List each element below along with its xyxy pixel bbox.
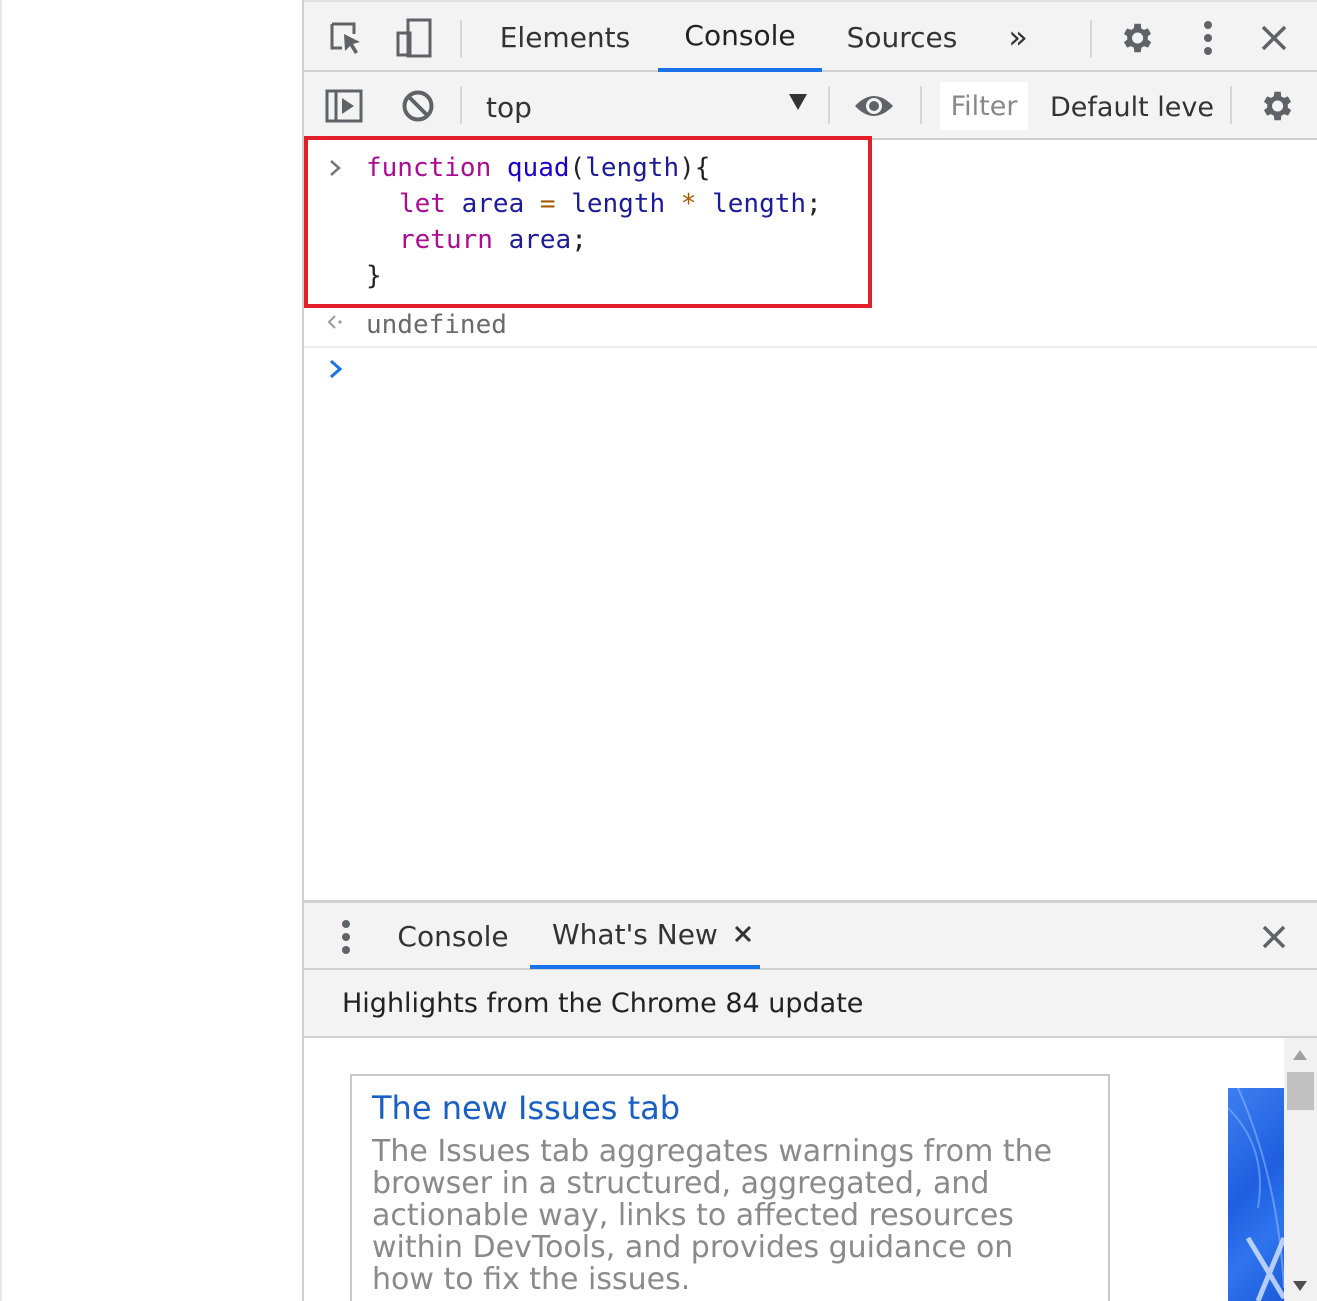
tab-console[interactable]: Console: [658, 2, 822, 72]
code-param: length: [585, 153, 680, 183]
code-operator: *: [680, 189, 697, 219]
chevron-down-icon[interactable]: [789, 94, 807, 110]
code-variable: length: [712, 189, 807, 219]
inspect-element-icon[interactable]: [326, 18, 366, 58]
context-selector[interactable]: top: [486, 86, 806, 128]
whats-new-content: The new Issues tab The Issues tab aggreg…: [304, 1038, 1317, 1301]
result-arrow-icon: [324, 312, 344, 338]
scroll-up-icon[interactable]: [1293, 1050, 1307, 1060]
more-tabs-button[interactable]: »: [996, 2, 1040, 72]
kebab-menu-icon[interactable]: [1192, 18, 1224, 58]
feature-image: [1228, 1088, 1284, 1301]
close-tab-icon[interactable]: [734, 925, 752, 943]
console-result-row: undefined: [304, 308, 1317, 348]
code-punctuation: }: [366, 261, 382, 291]
feature-card-body: The Issues tab aggregates warnings from …: [372, 1134, 1053, 1297]
code-variable: length: [571, 189, 666, 219]
live-expression-eye-icon[interactable]: [852, 88, 896, 124]
code-operator: =: [539, 189, 556, 219]
code-line-4: }: [366, 258, 382, 294]
divider: [460, 86, 462, 124]
settings-gear-icon[interactable]: [1116, 18, 1156, 58]
clear-console-icon[interactable]: [398, 86, 438, 126]
tab-elements[interactable]: Elements: [490, 2, 640, 72]
drawer-tab-whats-new[interactable]: What's New: [530, 903, 760, 969]
device-toolbar-icon[interactable]: [392, 16, 436, 60]
scroll-down-icon[interactable]: [1293, 1281, 1307, 1291]
code-punctuation: ;: [571, 225, 587, 255]
divider: [1090, 20, 1092, 58]
drawer-tab-bar: Console What's New: [304, 900, 1317, 970]
console-settings-gear-icon[interactable]: [1256, 86, 1296, 126]
devtools-panel: Elements Console Sources » top Filter De…: [302, 0, 1317, 1301]
result-value: undefined: [366, 310, 507, 340]
divider: [920, 86, 922, 124]
code-punctuation: ;: [806, 189, 822, 219]
divider: [1230, 86, 1232, 124]
feature-card-title[interactable]: The new Issues tab: [372, 1086, 1088, 1130]
drawer-tab-console[interactable]: Console: [388, 903, 518, 969]
log-level-selector[interactable]: Default levels: [1050, 86, 1214, 128]
console-prompt-icon[interactable]: [328, 354, 344, 387]
inspected-page: [0, 0, 302, 1301]
tab-sources[interactable]: Sources: [836, 2, 968, 72]
code-keyword: let: [399, 189, 446, 219]
code-keyword: return: [399, 225, 493, 255]
console-output[interactable]: function quad(length){ let area = length…: [304, 136, 1317, 900]
console-toolbar: top Filter Default levels: [304, 72, 1317, 140]
code-line-1: function quad(length){: [366, 150, 710, 186]
close-drawer-icon[interactable]: [1256, 919, 1292, 955]
code-line-2: let area = length * length;: [399, 186, 822, 222]
code-function-name: quad: [506, 153, 570, 183]
feature-card[interactable]: The new Issues tab The Issues tab aggreg…: [350, 1074, 1110, 1301]
code-punctuation: ){: [679, 153, 711, 183]
input-chevron-icon: [328, 156, 342, 184]
scrollbar[interactable]: [1284, 1038, 1317, 1301]
code-punctuation: (: [569, 153, 586, 183]
divider: [460, 20, 462, 58]
code-variable: area: [461, 189, 525, 219]
drawer-tab-whats-new-label: What's New: [552, 917, 718, 951]
filter-input[interactable]: Filter: [940, 82, 1028, 130]
divider: [828, 86, 830, 124]
sidebar-toggle-icon[interactable]: [324, 86, 364, 126]
code-variable: area: [508, 225, 572, 255]
code-keyword: function: [366, 153, 492, 183]
close-devtools-icon[interactable]: [1256, 20, 1292, 56]
devtools-tab-bar: Elements Console Sources »: [304, 0, 1317, 72]
drawer-menu-icon[interactable]: [334, 917, 358, 957]
code-line-3: return area;: [399, 222, 587, 258]
whats-new-header: Highlights from the Chrome 84 update: [304, 970, 1317, 1038]
scroll-thumb[interactable]: [1287, 1072, 1314, 1110]
